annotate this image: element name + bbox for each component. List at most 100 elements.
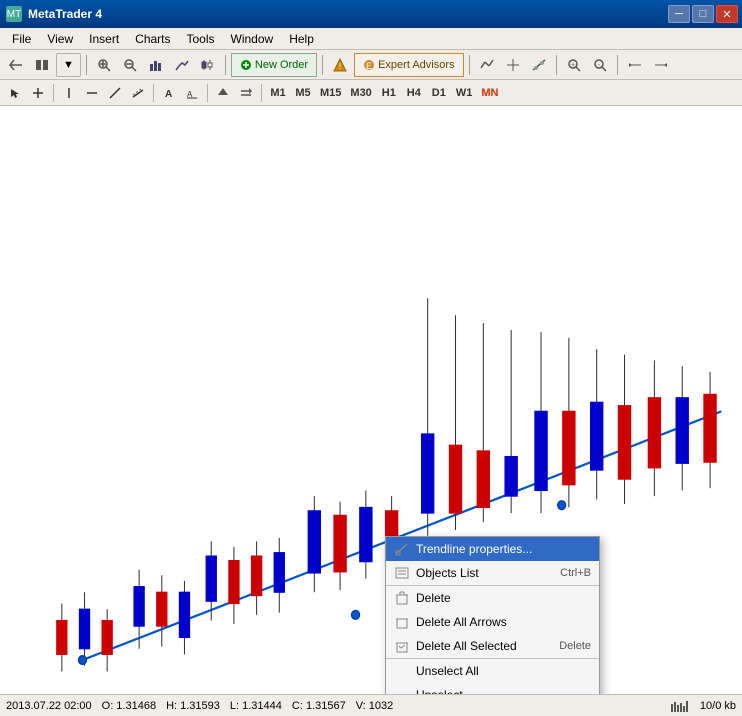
toolbar-warning[interactable]: ! [328, 53, 352, 77]
trendline-icon [394, 541, 410, 557]
chart-toolbar-sep-2 [153, 84, 154, 102]
toolbar-sep-2 [225, 55, 226, 75]
status-close: C: 1.31567 [292, 700, 346, 712]
chart-toolbar: A A M1 M5 M15 M30 H1 H4 D1 W1 MN [0, 80, 742, 106]
tool-label[interactable]: A [181, 82, 203, 104]
tool-vertical-line[interactable] [58, 82, 80, 104]
status-bars-icon [670, 700, 690, 712]
context-menu: Trendline properties... Objects List Ctr… [385, 536, 600, 694]
timeframe-h4[interactable]: H4 [402, 82, 426, 104]
svg-text:+: + [570, 62, 574, 69]
objects-list-shortcut: Ctrl+B [560, 567, 591, 579]
toolbar-line-chart[interactable] [170, 53, 194, 77]
maximize-button[interactable]: □ [692, 5, 714, 23]
chart-toolbar-sep-3 [207, 84, 208, 102]
timeframe-d1[interactable]: D1 [427, 82, 451, 104]
svg-text:!: ! [339, 62, 341, 71]
timeframe-m30[interactable]: M30 [346, 82, 375, 104]
window-title: MetaTrader 4 [28, 7, 102, 21]
new-order-button[interactable]: New Order [231, 53, 317, 77]
toolbar-history-1[interactable] [623, 53, 647, 77]
status-size: 10/0 kb [700, 700, 736, 712]
chart-toolbar-sep-4 [261, 84, 262, 102]
toolbar-zoom-out[interactable] [118, 53, 142, 77]
delete-all-selected-label: Delete All Selected [416, 639, 517, 653]
toolbar-indicator-3[interactable] [527, 53, 551, 77]
objects-list-icon [394, 565, 410, 581]
svg-text:A: A [165, 89, 172, 99]
ctx-delete-all-arrows[interactable]: Delete All Arrows [386, 610, 599, 634]
title-bar-left: MT MetaTrader 4 [6, 6, 102, 22]
toolbar-sep-5 [556, 55, 557, 75]
expert-advisors-button[interactable]: E Expert Advisors [354, 53, 463, 77]
tool-more[interactable] [235, 82, 257, 104]
ctx-unselect-all[interactable]: Unselect All [386, 658, 599, 683]
toolbar-zoom-out-chart[interactable]: - [588, 53, 612, 77]
timeframe-m15[interactable]: M15 [316, 82, 345, 104]
status-low: L: 1.31444 [230, 700, 282, 712]
toolbar-zoom-in-chart[interactable]: + [562, 53, 586, 77]
menu-window[interactable]: Window [223, 30, 282, 48]
main-toolbar: ▼ New Order ! [0, 50, 742, 80]
toolbar-history-2[interactable] [649, 53, 673, 77]
menu-view[interactable]: View [39, 30, 81, 48]
toolbar-back-btn[interactable] [4, 53, 28, 77]
chart-svg [0, 106, 742, 694]
minimize-button[interactable]: ─ [668, 5, 690, 23]
trendline-properties-label: Trendline properties... [416, 542, 532, 556]
menu-help[interactable]: Help [281, 30, 322, 48]
timeframe-w1[interactable]: W1 [452, 82, 477, 104]
delete-arrows-icon [394, 614, 410, 630]
ctx-delete[interactable]: Delete [386, 585, 599, 610]
toolbar-chart-type[interactable] [144, 53, 168, 77]
toolbar-sep-3 [322, 55, 323, 75]
chart-area: Trendline properties... Objects List Ctr… [0, 106, 742, 694]
timeframe-mn[interactable]: MN [477, 82, 502, 104]
ctx-unselect[interactable]: Unselect [386, 683, 599, 694]
tool-horizontal-line[interactable] [81, 82, 103, 104]
timeframe-m1[interactable]: M1 [266, 82, 290, 104]
status-volume: V: 1032 [356, 700, 394, 712]
unselect-icon [394, 687, 410, 694]
toolbar-dropdown[interactable]: ▼ [56, 53, 81, 77]
new-order-label: New Order [255, 59, 308, 71]
toolbar-indicator-1[interactable] [475, 53, 499, 77]
main-layout: MT MetaTrader 4 ─ □ ✕ File View Insert C… [0, 0, 742, 716]
timeframe-m5[interactable]: M5 [291, 82, 315, 104]
delete-shortcut: Delete [559, 640, 591, 652]
tool-crosshair[interactable] [27, 82, 49, 104]
toolbar-sep-6 [617, 55, 618, 75]
close-button[interactable]: ✕ [716, 5, 738, 23]
menu-insert[interactable]: Insert [81, 30, 127, 48]
toolbar-zoom-in[interactable] [92, 53, 116, 77]
unselect-all-icon [394, 663, 410, 679]
ctx-delete-all-selected[interactable]: Delete All Selected Delete [386, 634, 599, 658]
toolbar-candle-chart[interactable] [196, 53, 220, 77]
status-bar: 2013.07.22 02:00 O: 1.31468 H: 1.31593 L… [0, 694, 742, 716]
status-open: O: 1.31468 [102, 700, 156, 712]
ctx-objects-list[interactable]: Objects List Ctrl+B [386, 561, 599, 585]
menu-bar: File View Insert Charts Tools Window Hel… [0, 28, 742, 50]
toolbar-sep-1 [86, 55, 87, 75]
toolbar-indicator-2[interactable] [501, 53, 525, 77]
delete-icon [394, 590, 410, 606]
chart-toolbar-sep-1 [53, 84, 54, 102]
tool-pointer[interactable] [4, 82, 26, 104]
toolbar-sep-4 [469, 55, 470, 75]
svg-text:E: E [366, 61, 372, 71]
tool-arrows[interactable] [212, 82, 234, 104]
status-date: 2013.07.22 02:00 [6, 700, 92, 712]
objects-list-label: Objects List [416, 566, 479, 580]
tool-trendline[interactable] [104, 82, 126, 104]
menu-file[interactable]: File [4, 30, 39, 48]
tool-text[interactable]: A [158, 82, 180, 104]
title-bar: MT MetaTrader 4 ─ □ ✕ [0, 0, 742, 28]
timeframe-h1[interactable]: H1 [377, 82, 401, 104]
toolbar-nav-btn2[interactable] [30, 53, 54, 77]
delete-selected-icon [394, 638, 410, 654]
menu-tools[interactable]: Tools [179, 30, 223, 48]
delete-label: Delete [416, 591, 451, 605]
ctx-trendline-properties[interactable]: Trendline properties... [386, 537, 599, 561]
menu-charts[interactable]: Charts [127, 30, 178, 48]
tool-channel[interactable] [127, 82, 149, 104]
